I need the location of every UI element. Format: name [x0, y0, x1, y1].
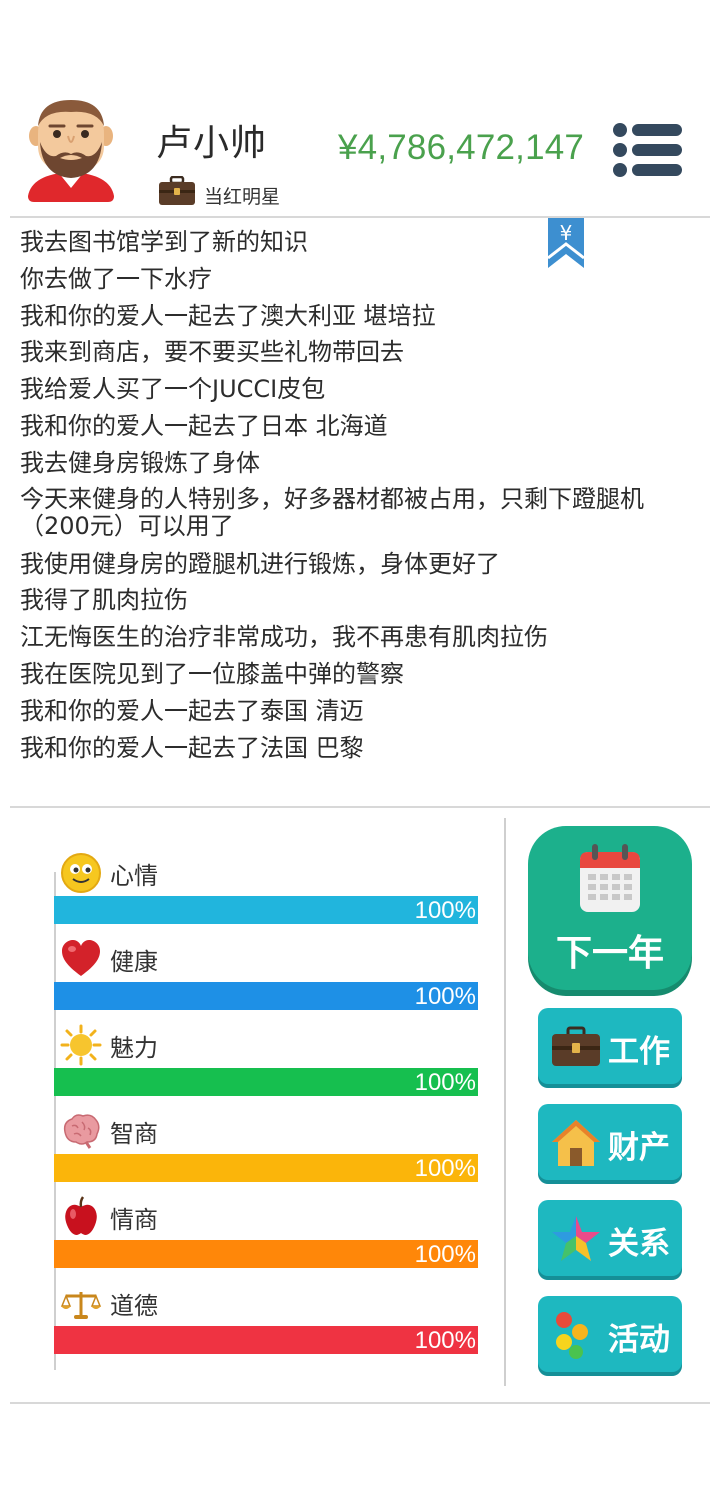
- divider: [10, 1402, 710, 1404]
- stat-percent: 100%: [414, 1327, 476, 1354]
- stat-percent: 100%: [414, 1241, 476, 1268]
- stat-percent: 100%: [414, 897, 476, 924]
- calendar-icon: [580, 844, 640, 912]
- scales-icon: [60, 1292, 102, 1319]
- stat-header: 智商: [60, 1110, 158, 1152]
- menu-icon[interactable]: [612, 122, 684, 178]
- divider: [10, 216, 710, 218]
- stat-percent: 100%: [414, 1155, 476, 1182]
- log-line: 我去图书馆学到了新的知识: [20, 228, 308, 256]
- job-row: 当红明星: [158, 172, 280, 209]
- log-line: 我和你的爱人一起去了日本 北海道: [20, 411, 388, 440]
- stat-label: 道德: [110, 1291, 158, 1320]
- stat-eq: 情商 100%: [54, 1196, 478, 1282]
- heart-icon: [62, 940, 100, 976]
- stat-label: 智商: [110, 1119, 158, 1148]
- stat-mood: 心情 100%: [54, 852, 478, 938]
- log-line: 我在医院见到了一位膝盖中弹的警察: [20, 659, 404, 688]
- stat-header: 情商: [60, 1196, 158, 1238]
- bookmark-money-icon[interactable]: ¥: [546, 218, 586, 270]
- property-button[interactable]: 财产: [538, 1104, 682, 1180]
- stat-charm: 魅力 100%: [54, 1024, 478, 1110]
- player-header: 卢小帅 当红明星 ¥4,786,472,147: [0, 88, 720, 216]
- log-line: 我和你的爱人一起去了法国 巴黎: [20, 733, 364, 762]
- activity-button[interactable]: 活动: [538, 1296, 682, 1372]
- star-icon: [552, 1216, 600, 1261]
- smiley-icon: [61, 853, 101, 893]
- briefcase-icon: [552, 1026, 600, 1066]
- log-line: 今天来健身的人特别多，好多器材都被占用，只剩下蹬腿机（200元）可以用了: [20, 484, 644, 540]
- log-line: 我给爱人买了一个JUCCI皮包: [20, 375, 326, 404]
- stat-morality: 道德 100%: [54, 1282, 478, 1368]
- avatar[interactable]: [22, 96, 120, 204]
- work-label: 工作: [608, 1034, 670, 1070]
- next-year-label: 下一年: [555, 933, 664, 974]
- stat-label: 心情: [110, 861, 158, 890]
- stat-label: 魅力: [110, 1033, 158, 1062]
- panel-divider: [504, 818, 506, 1386]
- log-line: 我和你的爱人一起去了澳大利亚 堪培拉: [20, 301, 436, 330]
- log-line: 我得了肌肉拉伤: [20, 586, 188, 615]
- activity-dots-icon: [556, 1312, 588, 1359]
- next-year-button[interactable]: 下一年: [528, 826, 692, 990]
- log-line: 我和你的爱人一起去了泰国 清迈: [20, 696, 364, 725]
- activity-label: 活动: [608, 1322, 670, 1358]
- work-button[interactable]: 工作: [538, 1008, 682, 1084]
- relations-button[interactable]: 关系: [538, 1200, 682, 1276]
- stat-health: 健康 100%: [54, 938, 478, 1024]
- log-line: 我来到商店，要不要买些礼物带回去: [20, 338, 404, 367]
- house-icon: [552, 1120, 600, 1166]
- log-line: 我去健身房锻炼了身体: [20, 448, 260, 477]
- event-log: 我去图书馆学到了新的知识 你去做了一下水疗 我和你的爱人一起去了澳大利亚 堪培拉…: [20, 224, 700, 766]
- stat-percent: 100%: [414, 1069, 476, 1096]
- stat-label: 健康: [110, 947, 158, 976]
- bookmark-symbol: ¥: [560, 221, 573, 245]
- stat-header: 心情: [60, 852, 158, 894]
- apple-icon: [65, 1196, 97, 1235]
- stat-header: 道德: [60, 1282, 158, 1324]
- stat-percent: 100%: [414, 983, 476, 1010]
- log-line: 江无悔医生的治疗非常成功，我不再患有肌肉拉伤: [20, 623, 548, 652]
- relations-label: 关系: [608, 1226, 670, 1262]
- divider: [10, 806, 710, 808]
- sun-icon: [60, 1024, 102, 1066]
- stat-header: 魅力: [60, 1024, 158, 1066]
- brain-icon: [63, 1114, 100, 1149]
- player-name: 卢小帅: [156, 123, 268, 164]
- money-balance: ¥4,786,472,147: [338, 128, 585, 167]
- log-line: 你去做了一下水疗: [20, 264, 212, 293]
- log-line: 我使用健身房的蹬腿机进行锻炼，身体更好了: [20, 549, 500, 578]
- stat-header: 健康: [60, 938, 158, 980]
- stat-label: 情商: [110, 1205, 158, 1234]
- stat-iq: 智商 100%: [54, 1110, 478, 1196]
- job-title: 当红明星: [204, 186, 281, 208]
- briefcase-icon: [159, 175, 195, 205]
- property-label: 财产: [608, 1130, 670, 1166]
